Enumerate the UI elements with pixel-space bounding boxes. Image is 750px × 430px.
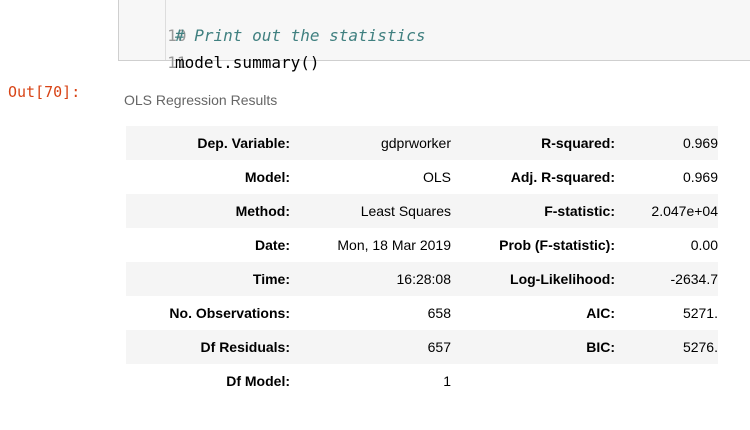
table-row: Df Residuals: 657 BIC: 5276. [126,330,718,364]
row-value: 0.969 [615,160,718,194]
table-row: Dep. Variable: gdprworker R-squared: 0.9… [126,126,718,160]
code-input-cell[interactable]: 10 # Print out the statistics 11 model.sum… [118,0,750,72]
table-row: Date: Mon, 18 Mar 2019 Prob (F-statistic… [126,228,718,262]
code-comment: # Print out the statistics [175,26,426,45]
row-label: Prob (F-statistic): [451,228,615,262]
row-value: 658 [290,296,451,330]
code-line: 10 # Print out the statistics [119,3,425,45]
row-value: Mon, 18 Mar 2019 [290,228,451,262]
row-value: 2.047e+04 [615,194,718,228]
row-label [451,364,615,398]
row-label: Df Model: [126,364,290,398]
table-row: Model: OLS Adj. R-squared: 0.969 [126,160,718,194]
row-label: Log-Likelihood: [451,262,615,296]
row-value: Least Squares [290,194,451,228]
row-value: 1 [290,364,451,398]
row-label: Date: [126,228,290,262]
table-row: Method: Least Squares F-statistic: 2.047… [126,194,718,228]
table-row: Df Model: 1 [126,364,718,398]
row-value: 5271. [615,296,718,330]
row-label: Method: [126,194,290,228]
row-value: gdprworker [290,126,451,160]
output-prompt: Out[70]: [8,83,81,101]
row-value [615,364,718,398]
ols-summary-table: Dep. Variable: gdprworker R-squared: 0.9… [126,126,718,398]
row-label: Dep. Variable: [126,126,290,160]
table-row: Time: 16:28:08 Log-Likelihood: -2634.7 [126,262,718,296]
row-value: 0.00 [615,228,718,262]
results-title: OLS Regression Results [124,92,278,108]
row-label: F-statistic: [451,194,615,228]
row-label: Df Residuals: [126,330,290,364]
row-label: Adj. R-squared: [451,160,615,194]
row-label: No. Observations: [126,296,290,330]
row-label: Time: [126,262,290,296]
row-value: 0.969 [615,126,718,160]
row-value: 657 [290,330,451,364]
row-label: BIC: [451,330,615,364]
row-value: 5276. [615,330,718,364]
row-value: OLS [290,160,451,194]
row-value: -2634.7 [615,262,718,296]
code-statement: model.summary() [175,53,320,72]
row-value: 16:28:08 [290,262,451,296]
table-row: No. Observations: 658 AIC: 5271. [126,296,718,330]
code-line: 11 model.summary() [119,30,319,72]
row-label: Model: [126,160,290,194]
row-label: AIC: [451,296,615,330]
row-label: R-squared: [451,126,615,160]
